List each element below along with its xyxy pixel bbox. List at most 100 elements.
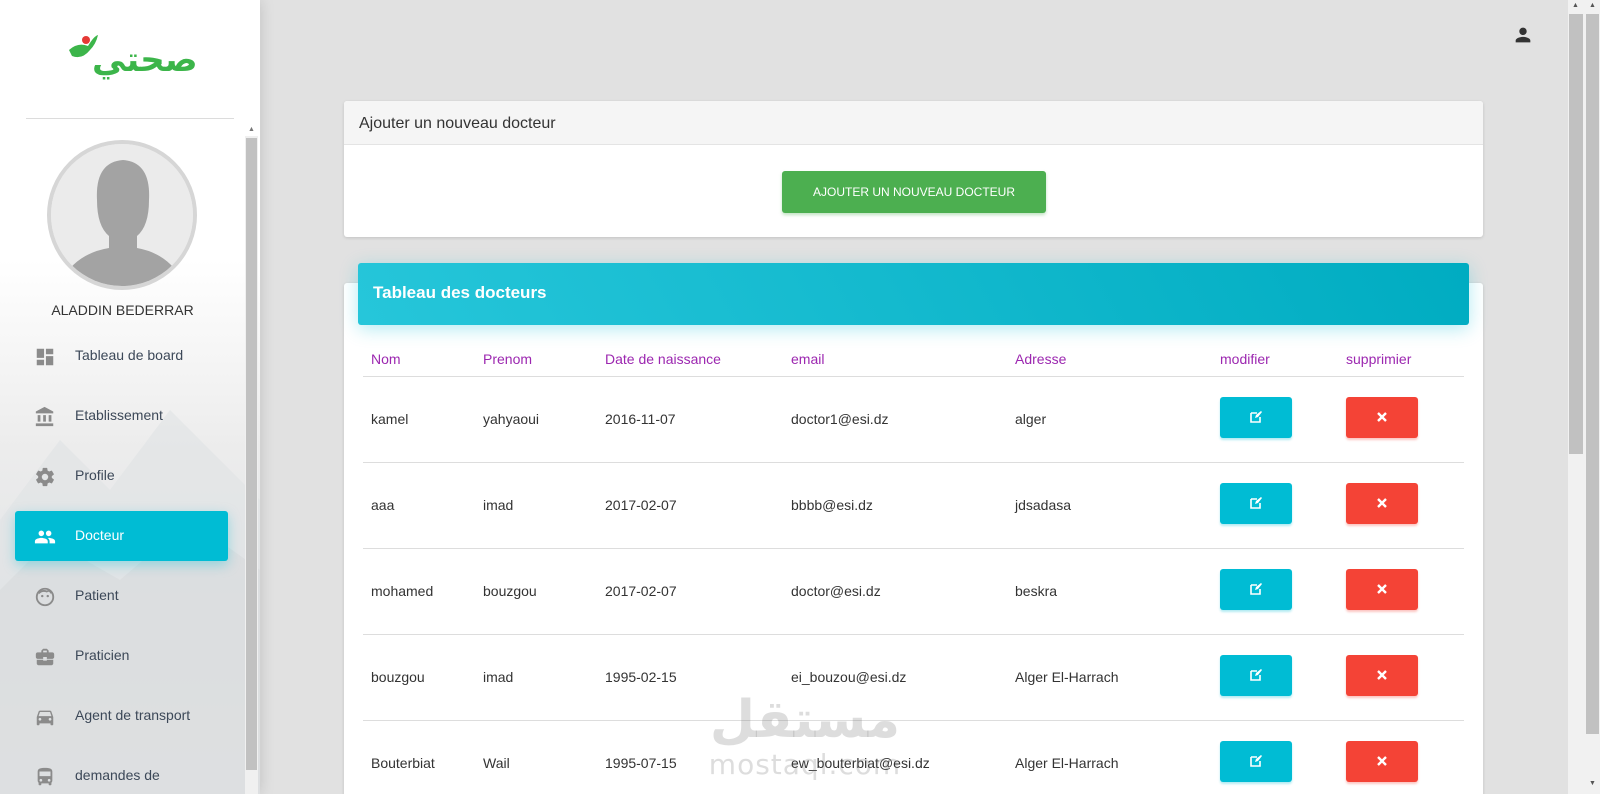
sidebar-item-profile[interactable]: Profile — [15, 451, 228, 501]
cell-supprimier — [1338, 376, 1464, 463]
doctors-table-title: Tableau des docteurs — [373, 283, 547, 302]
cell-prenom: imad — [475, 462, 597, 549]
cell-supprimier — [1338, 634, 1464, 721]
edit-button[interactable] — [1220, 655, 1292, 696]
watermark: مستقل mostaql.com — [700, 690, 910, 790]
delete-button[interactable] — [1346, 655, 1418, 696]
scrollbar-thumb[interactable] — [1569, 14, 1583, 454]
cell-email: bbbb@esi.dz — [783, 462, 1007, 549]
sidebar-item-dashboard[interactable]: Tableau de board — [15, 331, 228, 381]
cell-prenom: Wail — [475, 720, 597, 794]
sidebar-divider — [26, 118, 234, 119]
person-silhouette-icon — [51, 144, 193, 286]
edit-icon — [1250, 669, 1262, 681]
sidebar-item-docteur[interactable]: Docteur — [15, 511, 228, 561]
delete-button[interactable] — [1346, 483, 1418, 524]
cell-adresse: alger — [1007, 376, 1212, 463]
delete-button[interactable] — [1346, 569, 1418, 610]
cell-adresse: Alger El-Harrach — [1007, 720, 1212, 794]
add-doctor-card: Ajouter un nouveau docteur AJOUTER UN NO… — [344, 101, 1483, 237]
dashboard-icon — [36, 348, 54, 366]
column-header-adresse[interactable]: Adresse — [1007, 342, 1212, 377]
sidebar-item-patient[interactable]: Patient — [15, 571, 228, 621]
close-icon — [1377, 670, 1387, 680]
edit-icon — [1250, 755, 1262, 767]
bus-icon — [37, 767, 53, 786]
edit-icon — [1250, 583, 1262, 595]
table-row: aaa imad 2017-02-07 bbbb@esi.dz jdsadasa — [363, 462, 1464, 549]
bank-icon — [35, 406, 54, 427]
cell-modifier — [1212, 548, 1338, 635]
doctors-table-header: Tableau des docteurs — [358, 263, 1469, 325]
cell-modifier — [1212, 720, 1338, 794]
edit-button[interactable] — [1220, 569, 1292, 610]
edit-button[interactable] — [1220, 483, 1292, 524]
column-header-date[interactable]: Date de naissance — [597, 342, 783, 377]
sidebar-item-agent-transport[interactable]: Agent de transport — [15, 691, 228, 741]
table-row: bouzgou imad 1995-02-15 ei_bouzou@esi.dz… — [363, 634, 1464, 721]
cell-supprimier — [1338, 462, 1464, 549]
cell-supprimier — [1338, 720, 1464, 794]
briefcase-icon — [35, 648, 55, 666]
close-icon — [1377, 498, 1387, 508]
column-header-nom[interactable]: Nom — [363, 342, 475, 377]
scrollbar-thumb[interactable] — [1586, 14, 1599, 734]
user-name: ALADDIN BEDERRAR — [51, 302, 194, 318]
column-header-supprimier: supprimier — [1338, 342, 1464, 377]
close-icon — [1377, 412, 1387, 422]
face-icon — [35, 587, 55, 607]
scroll-up-arrow-icon[interactable]: ▲ — [245, 124, 258, 136]
sidebar-item-demandes[interactable]: demandes de — [15, 751, 228, 794]
sidebar-item-label: Docteur — [75, 527, 125, 543]
cell-email: doctor@esi.dz — [783, 548, 1007, 635]
delete-button[interactable] — [1346, 741, 1418, 782]
cell-prenom: yahyaoui — [475, 376, 597, 463]
table-row: Bouterbiat Wail 1995-07-15 ew_bouterbiat… — [363, 720, 1464, 794]
cell-date: 2016-11-07 — [597, 376, 783, 463]
scroll-up-arrow-icon[interactable]: ▲ — [1568, 2, 1583, 9]
cell-nom: mohamed — [363, 548, 475, 635]
scroll-down-arrow-icon[interactable]: ▼ — [1585, 780, 1600, 787]
delete-button[interactable] — [1346, 397, 1418, 438]
doctors-table: Nom Prenom Date de naissance email Adres… — [363, 342, 1464, 794]
close-icon — [1377, 584, 1387, 594]
table-row: kamel yahyaoui 2016-11-07 doctor1@esi.dz… — [363, 376, 1464, 463]
sidebar-item-praticien[interactable]: Praticien — [15, 631, 228, 681]
add-doctor-card-title: Ajouter un nouveau docteur — [344, 101, 1483, 145]
page-scrollbar[interactable]: ▲ ▲ ▼ — [1568, 0, 1600, 794]
user-account-icon[interactable] — [1512, 24, 1534, 46]
cell-nom: aaa — [363, 462, 475, 549]
add-doctor-button[interactable]: AJOUTER UN NOUVEAU DOCTEUR — [782, 171, 1046, 213]
edit-icon — [1250, 497, 1262, 509]
car-icon — [36, 710, 54, 726]
cell-date: 2017-02-07 — [597, 462, 783, 549]
avatar — [47, 140, 197, 290]
cell-modifier — [1212, 634, 1338, 721]
sidebar: صحتي ALADDIN BEDERRAR Tableau de board E… — [0, 0, 260, 794]
brand-logo[interactable]: صحتي — [62, 26, 198, 82]
cell-adresse: Alger El-Harrach — [1007, 634, 1212, 721]
watermark-latin: mostaql.com — [708, 748, 902, 781]
edit-button[interactable] — [1220, 741, 1292, 782]
sidebar-item-label: Praticien — [75, 647, 130, 663]
gear-icon — [36, 467, 54, 487]
sidebar-item-label: Agent de transport — [75, 707, 191, 723]
watermark-arabic: مستقل — [709, 690, 901, 750]
column-header-modifier: modifier — [1212, 342, 1338, 377]
brand-logo-text: صحتي — [92, 40, 198, 80]
cell-date: 2017-02-07 — [597, 548, 783, 635]
cell-modifier — [1212, 462, 1338, 549]
cell-nom: bouzgou — [363, 634, 475, 721]
sidebar-item-label: Patient — [75, 587, 119, 603]
scrollbar-thumb[interactable] — [246, 138, 257, 770]
sidebar-scrollbar[interactable]: ▲ — [245, 124, 258, 794]
edit-button[interactable] — [1220, 397, 1292, 438]
column-header-email[interactable]: email — [783, 342, 1007, 377]
cell-email: doctor1@esi.dz — [783, 376, 1007, 463]
cell-prenom: imad — [475, 634, 597, 721]
cell-adresse: jdsadasa — [1007, 462, 1212, 549]
column-header-prenom[interactable]: Prenom — [475, 342, 597, 377]
close-icon — [1377, 756, 1387, 766]
sidebar-item-etablissement[interactable]: Etablissement — [15, 391, 228, 441]
scroll-up-arrow-icon[interactable]: ▲ — [1585, 2, 1600, 9]
